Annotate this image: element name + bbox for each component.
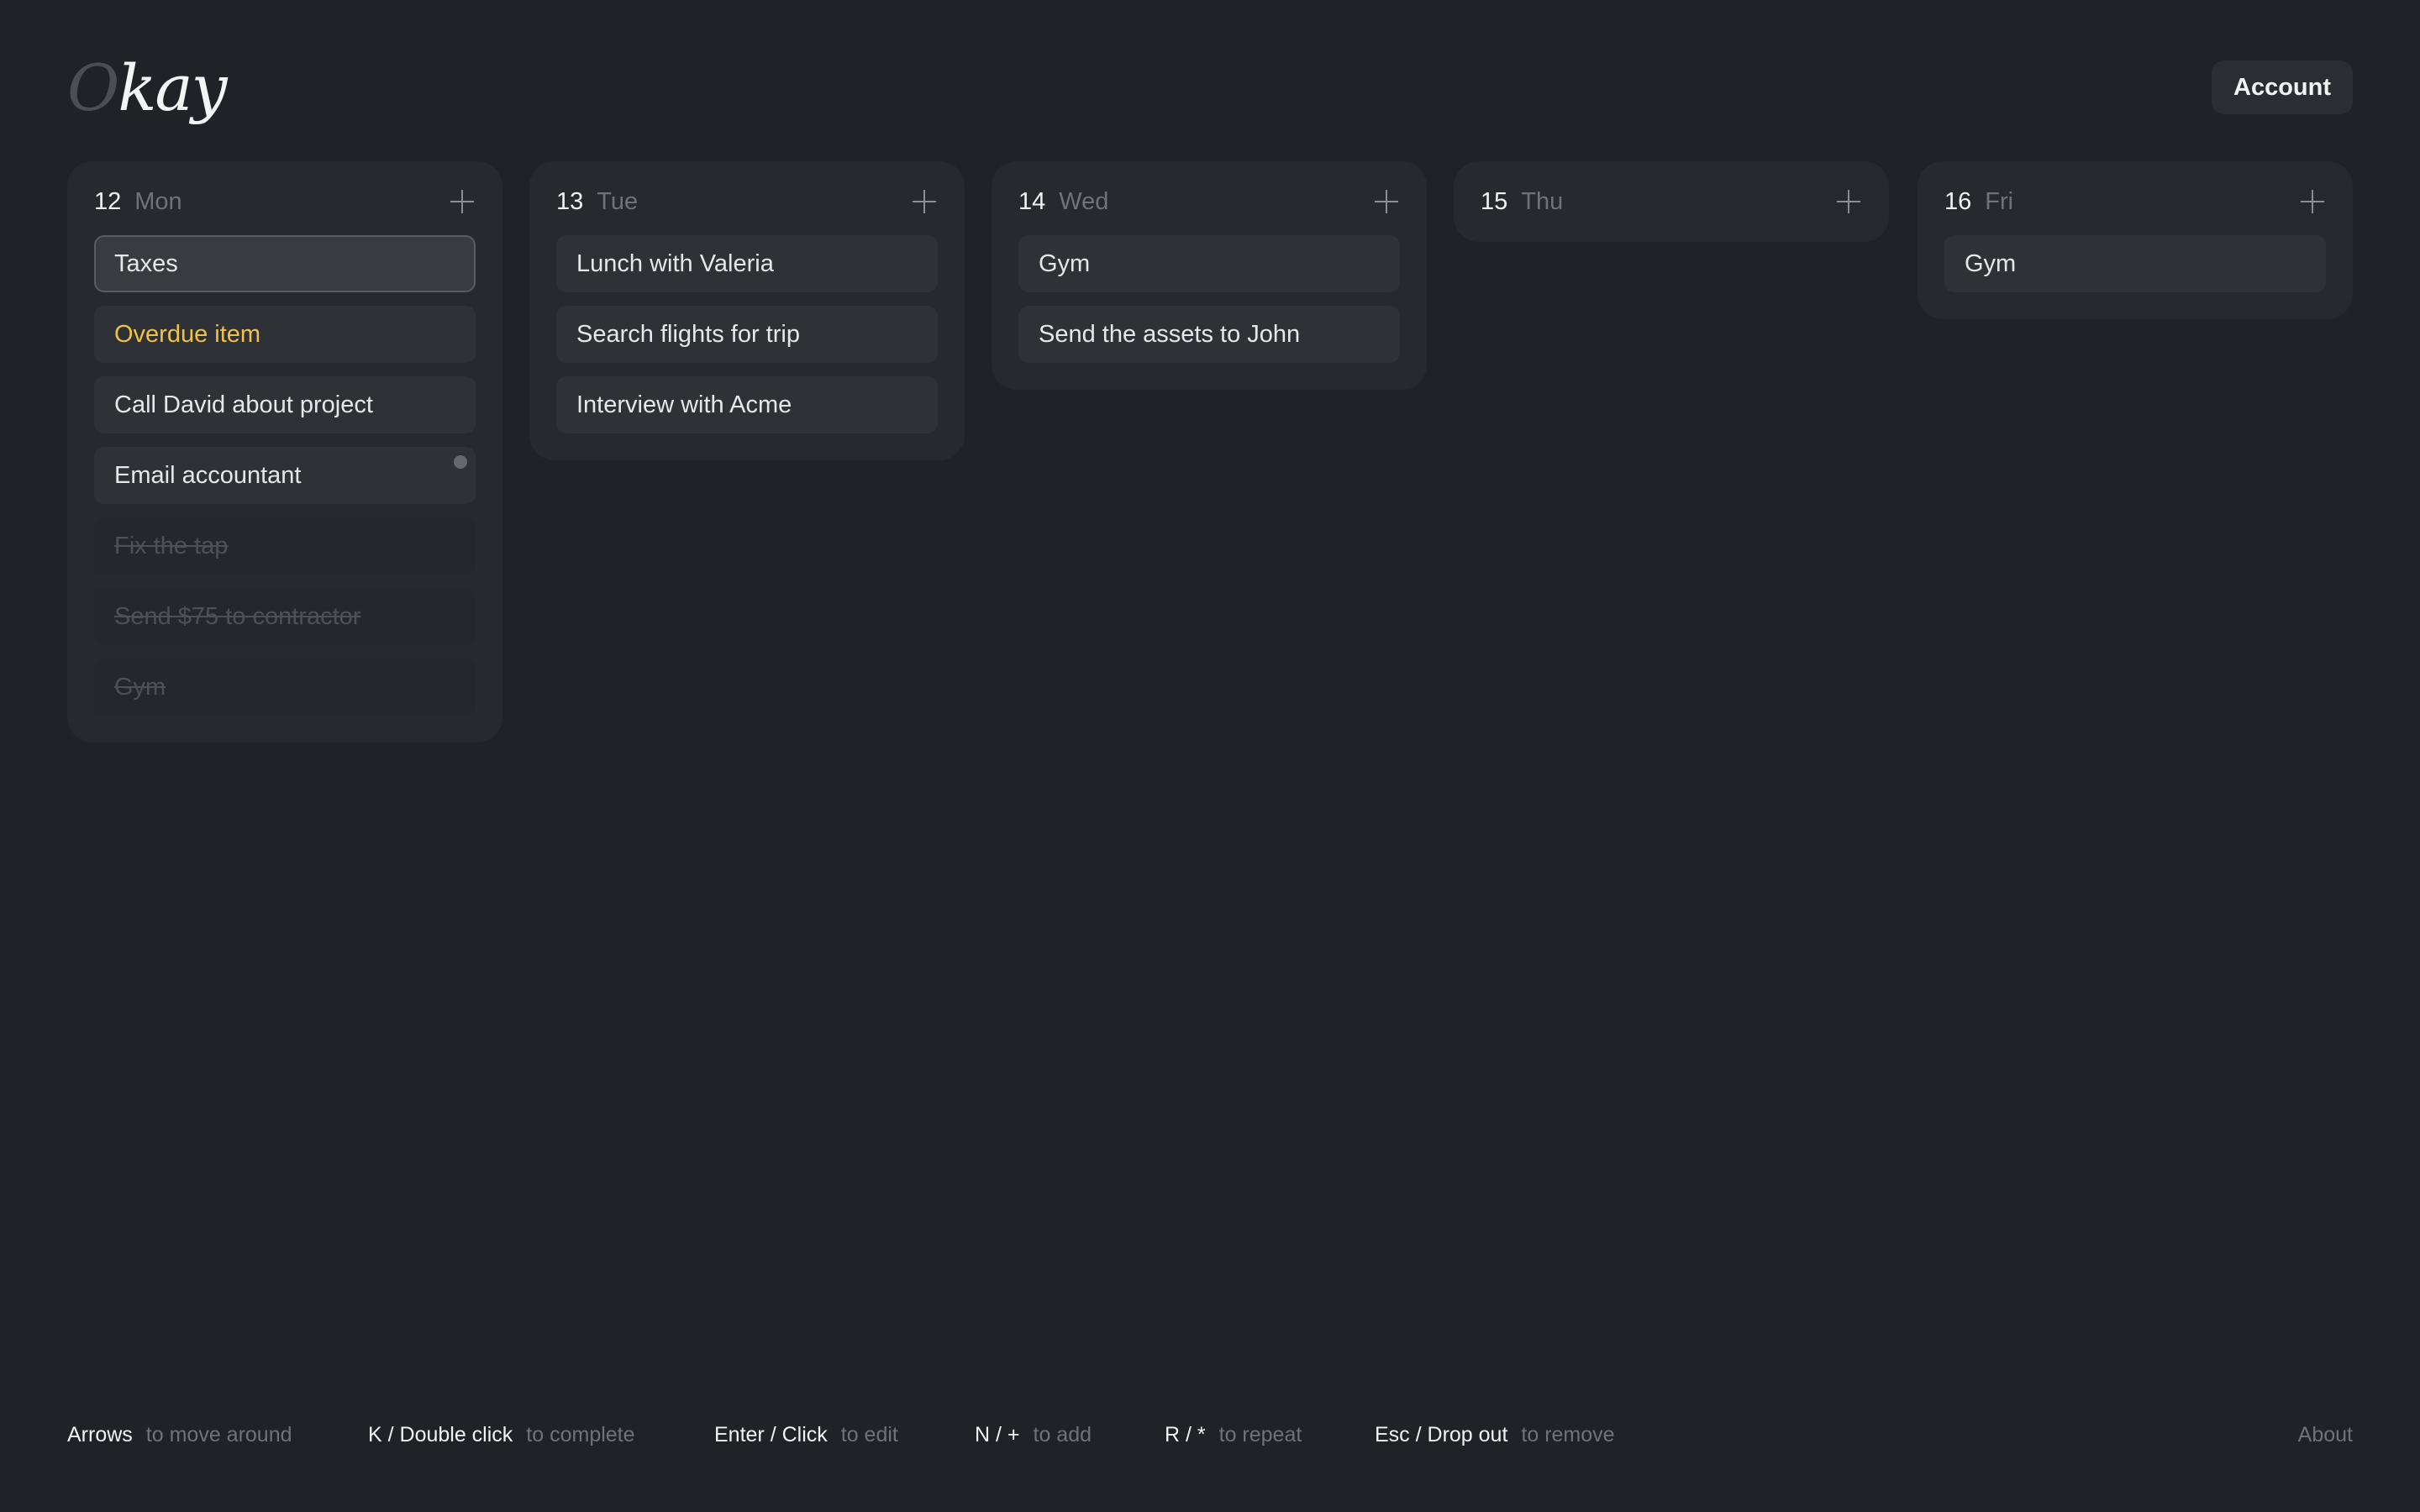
- day-column-thu: 15 Thu: [1454, 161, 1889, 242]
- day-date: 13: [556, 188, 584, 215]
- task-item[interactable]: Gym: [1944, 235, 2326, 292]
- task-item[interactable]: Send the assets to John: [1018, 306, 1400, 363]
- logo-first-letter: O: [67, 50, 119, 125]
- day-date: 16: [1944, 188, 1972, 215]
- task-item[interactable]: Overdue item: [94, 306, 476, 363]
- app-logo: Okay: [67, 50, 228, 126]
- task-item[interactable]: Gym: [1018, 235, 1400, 292]
- task-item[interactable]: Fix the tap: [94, 517, 476, 575]
- day-header: 16 Fri: [1944, 185, 2326, 218]
- hint-key: Enter / Click: [714, 1423, 828, 1446]
- task-item[interactable]: Taxes: [94, 235, 476, 292]
- hint-repeat: R / * to repeat: [1165, 1418, 1302, 1452]
- header: Okay Account: [67, 50, 2353, 126]
- add-task-plus-icon[interactable]: [911, 188, 938, 215]
- day-header: 15 Thu: [1481, 185, 1862, 218]
- day-name: Tue: [597, 188, 639, 215]
- hint-key: K / Double click: [368, 1423, 513, 1446]
- day-header: 14 Wed: [1018, 185, 1400, 218]
- task-item-label: Email accountant: [114, 462, 302, 489]
- hint-desc: to move around: [145, 1423, 292, 1446]
- task-item[interactable]: Call David about project: [94, 376, 476, 433]
- hint-desc: to remove: [1521, 1423, 1615, 1446]
- hint-key: N / +: [975, 1423, 1020, 1446]
- day-date: 12: [94, 188, 122, 215]
- hint-key: Arrows: [67, 1423, 133, 1446]
- add-task-plus-icon[interactable]: [1835, 188, 1862, 215]
- hint-move: Arrows to move around: [67, 1418, 292, 1452]
- account-button[interactable]: Account: [2212, 60, 2353, 114]
- day-header: 12 Mon: [94, 185, 476, 218]
- hint-key: Esc / Drop out: [1375, 1423, 1508, 1446]
- keyboard-hints-footer: Arrows to move around K / Double click to …: [67, 1418, 2353, 1452]
- day-date: 15: [1481, 188, 1508, 215]
- hint-remove: Esc / Drop out to remove: [1375, 1418, 1615, 1452]
- task-item[interactable]: Send $75 to contractor: [94, 588, 476, 645]
- day-name: Wed: [1059, 188, 1109, 215]
- day-name: Mon: [134, 188, 182, 215]
- day-column-tue: 13 Tue Lunch with Valeria Search flights …: [529, 161, 965, 460]
- hint-desc: to edit: [840, 1423, 898, 1446]
- hint-edit: Enter / Click to edit: [714, 1418, 898, 1452]
- about-link[interactable]: About: [2298, 1418, 2353, 1452]
- task-item[interactable]: Search flights for trip: [556, 306, 938, 363]
- day-name: Fri: [1985, 188, 2014, 215]
- hint-key: R / *: [1165, 1423, 1206, 1446]
- hint-desc: to repeat: [1218, 1423, 1302, 1446]
- add-task-plus-icon[interactable]: [449, 188, 476, 215]
- hint-desc: to add: [1033, 1423, 1092, 1446]
- task-item[interactable]: Email accountant: [94, 447, 476, 504]
- add-task-plus-icon[interactable]: [2299, 188, 2326, 215]
- day-column-fri: 16 Fri Gym: [1918, 161, 2353, 319]
- repeat-indicator-icon: [454, 455, 467, 469]
- hint-complete: K / Double click to complete: [368, 1418, 635, 1452]
- logo-rest: kay: [118, 50, 227, 125]
- day-name: Thu: [1521, 188, 1564, 215]
- day-column-wed: 14 Wed Gym Send the assets to John: [992, 161, 1427, 390]
- hint-add: N / + to add: [975, 1418, 1092, 1452]
- day-header: 13 Tue: [556, 185, 938, 218]
- day-column-mon: 12 Mon Taxes Overdue item Call David abou…: [67, 161, 502, 743]
- task-item[interactable]: Lunch with Valeria: [556, 235, 938, 292]
- hint-desc: to complete: [526, 1423, 635, 1446]
- day-date: 14: [1018, 188, 1046, 215]
- task-item[interactable]: Interview with Acme: [556, 376, 938, 433]
- add-task-plus-icon[interactable]: [1373, 188, 1400, 215]
- task-item[interactable]: Gym: [94, 659, 476, 716]
